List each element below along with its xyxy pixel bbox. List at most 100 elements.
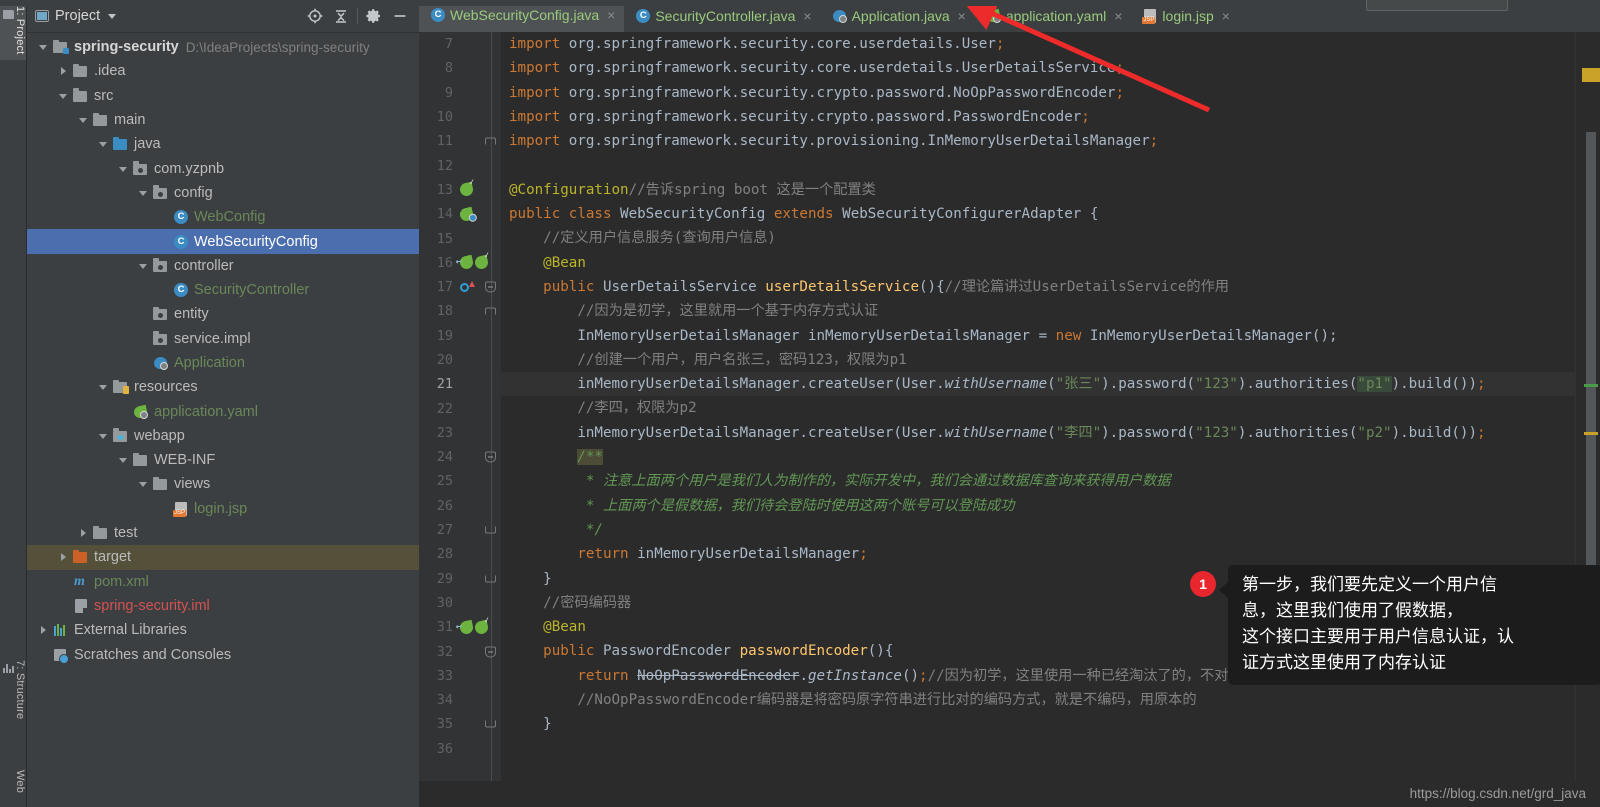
gutter-line[interactable]: 28 (419, 542, 501, 566)
project-title-dropdown[interactable]: Project (35, 8, 117, 24)
chevron-down-icon[interactable] (97, 380, 111, 394)
code-line[interactable]: //NoOpPasswordEncoder编码器是将密码原字符串进行比对的编码方… (509, 688, 1575, 712)
code-line[interactable]: public UserDetailsService userDetailsSer… (509, 275, 1575, 299)
code-line[interactable]: //定义用户信息服务(查询用户信息) (509, 226, 1575, 250)
tree-row[interactable]: C SecurityController (27, 278, 419, 302)
fold-botend-icon[interactable] (485, 720, 496, 728)
tree-row[interactable]: target (27, 545, 419, 570)
gutter-line[interactable]: 31 (419, 615, 501, 639)
code-line[interactable]: */ (509, 518, 1575, 542)
gutter-line[interactable]: 12 (419, 153, 501, 177)
tree-row[interactable]: spring-security D:\IdeaProjects\spring-se… (27, 35, 419, 59)
close-icon[interactable]: × (607, 7, 615, 23)
tree-row[interactable]: Scratches and Consoles (27, 642, 419, 666)
gutter-line[interactable]: 14 (419, 202, 501, 226)
chevron-down-icon[interactable] (97, 137, 111, 151)
code-line[interactable]: import org.springframework.security.core… (509, 56, 1575, 80)
chevron-down-icon[interactable] (97, 429, 111, 443)
gutter-line[interactable]: 19 (419, 324, 501, 348)
code-line[interactable]: //因为是初学，这里就用一个基于内存方式认证 (509, 299, 1575, 323)
project-tree[interactable]: spring-security D:\IdeaProjects\spring-se… (27, 33, 419, 807)
gutter-override-icon[interactable] (460, 280, 475, 294)
code-line[interactable]: import org.springframework.security.prov… (509, 129, 1575, 153)
locate-file-button[interactable] (302, 3, 328, 29)
search-field[interactable] (1366, 0, 1508, 11)
collapse-all-button[interactable] (328, 3, 354, 29)
tree-row[interactable]: java (27, 132, 419, 156)
gutter-line[interactable]: 27 (419, 518, 501, 542)
tree-row[interactable]: WEB-INF (27, 448, 419, 472)
sidebar-item-project[interactable]: 1: Project (0, 0, 26, 61)
sidebar-item-web[interactable]: Web (0, 764, 26, 799)
close-icon[interactable]: × (958, 8, 966, 24)
gutter-beanarrow-icon[interactable] (458, 619, 475, 635)
gutter-line[interactable]: 29 (419, 567, 501, 591)
gutter-line[interactable]: 30 (419, 591, 501, 615)
code-line[interactable]: //李四，权限为p2 (509, 396, 1575, 420)
gutter-line[interactable]: 23 (419, 421, 501, 445)
code-line[interactable]: import org.springframework.security.cryp… (509, 81, 1575, 105)
tree-row[interactable]: test (27, 521, 419, 545)
gutter-line[interactable]: 16 (419, 251, 501, 275)
chevron-down-icon[interactable] (137, 186, 151, 200)
sidebar-item-structure[interactable]: 7: Structure (0, 654, 26, 725)
gutter-line[interactable]: 18 (419, 299, 501, 323)
tree-row[interactable]: webapp (27, 424, 419, 448)
settings-button[interactable] (361, 3, 387, 29)
gutter-line[interactable]: 8 (419, 56, 501, 80)
tree-row[interactable]: service.impl (27, 327, 419, 351)
close-icon[interactable]: × (803, 8, 811, 24)
gutter-line[interactable]: 22 (419, 396, 501, 420)
gutter-beanchk-icon[interactable] (473, 619, 490, 635)
gutter-line[interactable]: 24 (419, 445, 501, 469)
tree-row[interactable]: External Libraries (27, 618, 419, 642)
code-line[interactable]: } (509, 712, 1575, 736)
code-line[interactable]: import org.springframework.security.core… (509, 32, 1575, 56)
gutter-line[interactable]: 10 (419, 105, 501, 129)
tree-row[interactable]: com.yzpnb (27, 156, 419, 180)
code-line[interactable]: public class WebSecurityConfig extends W… (509, 202, 1575, 226)
gutter-line[interactable]: 20 (419, 348, 501, 372)
code-text[interactable]: import org.springframework.security.core… (501, 32, 1575, 807)
gutter-line[interactable]: 36 (419, 737, 501, 761)
gutter-beanchk-icon[interactable] (473, 255, 490, 271)
chevron-down-icon[interactable] (137, 259, 151, 273)
code-line[interactable] (509, 153, 1575, 177)
code-line[interactable]: inMemoryUserDetailsManager.createUser(Us… (509, 421, 1575, 445)
tree-row[interactable]: login.jsp (27, 497, 419, 521)
code-line[interactable]: /** (509, 445, 1575, 469)
close-icon[interactable]: × (1222, 8, 1230, 24)
gutter-beanchk-icon[interactable] (458, 182, 475, 198)
code-line[interactable]: @Configuration//告诉spring boot 这是一个配置类 (509, 178, 1575, 202)
fold-botend-icon[interactable] (485, 575, 496, 583)
tree-row[interactable]: config (27, 181, 419, 205)
editor-scrollbar[interactable] (1575, 32, 1600, 807)
close-icon[interactable]: × (1114, 8, 1122, 24)
chevron-down-icon[interactable] (117, 162, 131, 176)
gutter-line[interactable]: 7 (419, 32, 501, 56)
code-line[interactable]: return inMemoryUserDetailsManager; (509, 542, 1575, 566)
chevron-down-icon[interactable] (117, 453, 131, 467)
chevron-down-icon[interactable] (77, 113, 91, 127)
gutter-line[interactable]: 26 (419, 494, 501, 518)
gutter-line[interactable]: 33 (419, 664, 501, 688)
tree-row[interactable]: m pom.xml (27, 570, 419, 594)
code-line[interactable]: import org.springframework.security.cryp… (509, 105, 1575, 129)
tree-row[interactable]: C WebSecurityConfig (27, 229, 419, 254)
chevron-right-icon[interactable] (57, 64, 71, 78)
gutter-line[interactable]: 13 (419, 178, 501, 202)
code-line[interactable]: InMemoryUserDetailsManager inMemoryUserD… (509, 324, 1575, 348)
tree-row[interactable]: src (27, 84, 419, 108)
fold-topend-icon[interactable] (485, 137, 496, 145)
fold-minus-icon[interactable] (485, 646, 496, 658)
gutter-beanblue-icon[interactable] (458, 206, 475, 222)
fold-botend-icon[interactable] (485, 526, 496, 534)
tree-row[interactable]: controller (27, 254, 419, 278)
gutter-line[interactable]: 11 (419, 129, 501, 153)
code-line[interactable]: inMemoryUserDetailsManager.createUser(Us… (509, 372, 1575, 397)
gutter-line[interactable]: 9 (419, 81, 501, 105)
tree-row[interactable]: Application (27, 351, 419, 375)
chevron-down-icon[interactable] (137, 477, 151, 491)
editor-gutter[interactable]: 7 8 9 10 11 12 13 14 15 16 17 18 19 20 21 22 23 24 25 26 27 2… (419, 32, 501, 807)
code-line[interactable]: @Bean (509, 251, 1575, 275)
